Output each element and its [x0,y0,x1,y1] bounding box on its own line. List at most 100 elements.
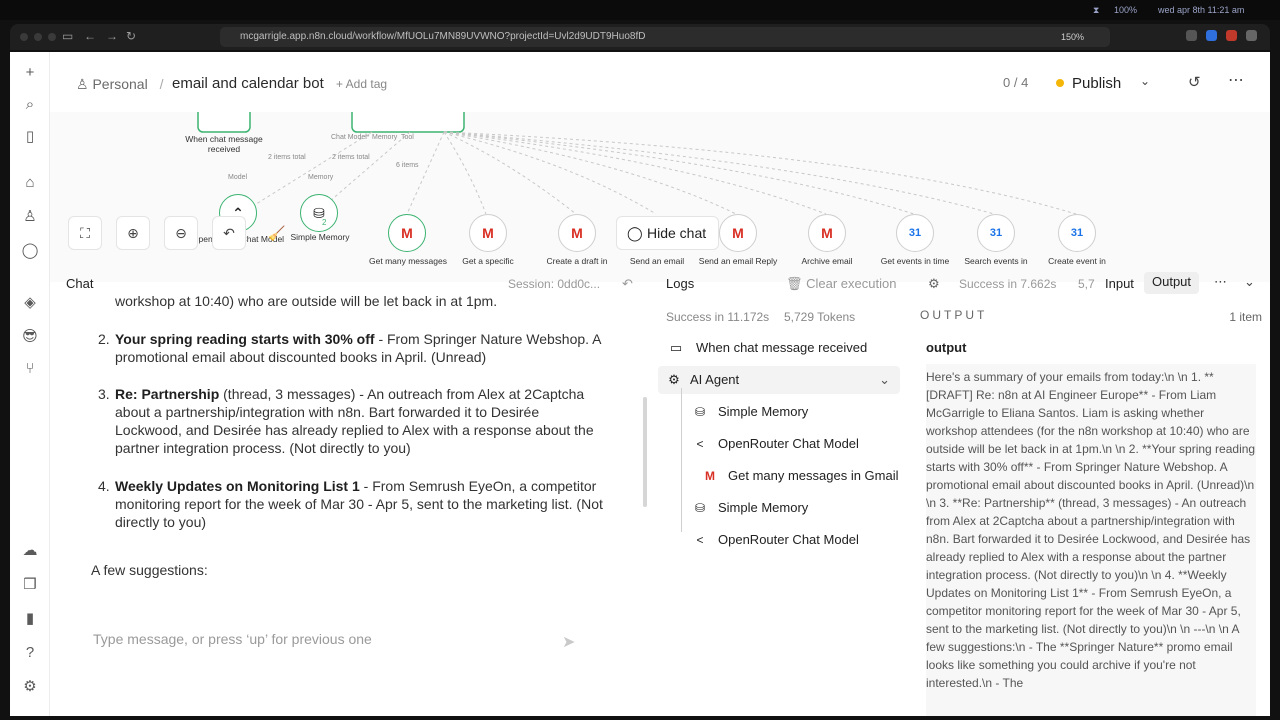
zoom-out-button[interactable]: ⊖ [164,216,198,250]
log-entry-agent[interactable]: ⚙ AI Agent ⌄ [658,366,900,394]
fullscreen-icon: ⛶ [80,224,90,241]
chat-input[interactable]: Type message, or press ‘up’ for previous… [93,631,563,647]
google-calendar-icon: 31 [989,227,1003,239]
chevron-down-icon[interactable]: ⌄ [879,366,890,394]
tool-node-create-draft[interactable]: M [558,214,596,252]
log-entry-child[interactable]: < OpenRouter Chat Model [690,430,910,458]
tool-node-label: Get a specific [462,256,514,266]
cloud-icon[interactable]: ☁ [21,542,39,560]
battery-level: 100% [1114,5,1138,15]
gmail-icon: M [482,225,494,241]
log-entry-child[interactable]: ⛁ Simple Memory [690,494,910,522]
add-icon[interactable]: + [21,64,39,82]
sidebar-toggle-icon[interactable]: ▭ [62,29,73,43]
workflow-header: ♙ Personal / email and calendar bot + Ad… [50,52,1270,112]
zoom-level[interactable]: 150% [1061,27,1084,47]
tool-node-archive-email[interactable]: M [808,214,846,252]
chat-bubble-icon: ▭ [669,340,683,355]
trash-icon: 🗑 [786,276,807,291]
add-tag-button[interactable]: + Add tag [336,77,387,91]
workflow-canvas[interactable]: Chat Model* Memory Tool 2 items total 2 … [50,112,1270,282]
tool-node-get-many-messages[interactable]: M [388,214,426,252]
zoom-out-icon: ⊖ [175,224,187,241]
publish-button[interactable]: Publish [1052,67,1172,99]
log-entry-child[interactable]: M Get many messages in Gmail [700,462,920,490]
chevron-down-icon[interactable]: ⌄ [1140,74,1150,88]
list-number: 3. [98,386,110,402]
tool-node-label: Archive email [801,256,853,266]
forward-icon[interactable]: → [106,29,118,43]
database-icon: ⛁ [694,405,706,419]
google-calendar-icon: 31 [908,227,922,239]
more-options-icon[interactable]: ⋯ [1228,70,1245,90]
memory-node[interactable]: ⛁ [300,194,338,232]
list-number: 4. [98,478,110,494]
openrouter-icon: < [696,437,704,451]
extension-icon[interactable] [1226,30,1237,41]
zoom-in-button[interactable]: ⊕ [116,216,150,250]
extension-icon[interactable] [1206,30,1217,41]
reload-icon[interactable]: ↻ [126,29,136,43]
tidy-up-button[interactable]: 🧹 [260,216,294,250]
port-label-tool: Tool [401,134,414,141]
output-value[interactable]: Here's a summary of your emails from tod… [926,364,1256,716]
chat-suggestions-heading: A few suggestions: [91,562,208,578]
menubar: ⧗ 100% wed apr 8th 11:21 am [0,0,1280,20]
list-item: 2. Your spring reading starts with 30% of… [98,330,605,366]
logs-panel: Success in 11.172s 5,729 Tokens ▭ When ch… [656,292,910,716]
output-tab[interactable]: Output [1144,272,1200,294]
chat-icon[interactable]: ◯ [21,242,39,260]
breadcrumb-personal[interactable]: Personal [92,76,147,92]
log-entry-label: Simple Memory [718,404,809,419]
search-icon[interactable]: ⌕ [21,96,39,114]
log-entry-trigger[interactable]: ▭ When chat message received [666,334,910,362]
search-node-icon[interactable]: ⌕ [1262,230,1270,260]
items-count-label: 6 items [396,162,419,169]
email-subject: Your spring reading starts with 30% off [115,331,375,347]
gmail-icon: M [571,225,583,241]
version-count: 0 / 4 [1003,75,1029,90]
hide-chat-button[interactable]: ◯ Hide chat [616,216,720,250]
user-icon[interactable]: ♙ [21,208,39,226]
url-text: mcgarrigle.app.n8n.cloud/workflow/MfUOLu… [240,31,646,42]
google-calendar-icon: 31 [1070,227,1084,239]
home-icon[interactable]: ⌂ [21,174,39,192]
tool-node-send-reply[interactable]: M [719,214,757,252]
hide-chat-label: Hide chat [647,225,707,241]
workflow-name[interactable]: email and calendar bot [172,75,324,92]
log-entry-label: When chat message received [696,340,868,355]
insights-icon[interactable]: ▮ [21,610,39,628]
templates-icon[interactable]: ❒ [21,576,39,594]
window-controls[interactable] [20,33,56,41]
send-icon[interactable]: ➤ [562,632,575,652]
emoji-project-icon[interactable]: 😎 [21,328,39,346]
log-entry-child[interactable]: ⛁ Simple Memory [690,398,910,426]
fit-view-button[interactable]: ⛶ [68,216,102,250]
panel-toggle-icon[interactable]: ▯ [21,128,39,146]
settings-icon[interactable]: ⚙ [21,678,39,696]
tool-node-search-events[interactable]: 31 [977,214,1015,252]
tool-node-get-events[interactable]: 31 [896,214,934,252]
git-branch-icon[interactable]: ⑂ [21,360,39,378]
chat-scrollbar[interactable] [643,397,647,507]
tool-node-label: Send an email Reply [698,256,778,266]
tool-node-create-event[interactable]: 31 [1058,214,1096,252]
history-icon[interactable]: ↺ [1188,73,1201,91]
back-icon[interactable]: ← [84,29,96,43]
breadcrumb[interactable]: ♙ Personal / [76,76,164,93]
menu-icon[interactable] [1246,30,1257,41]
layers-icon[interactable]: ◈ [21,294,39,312]
gmail-icon: M [821,225,833,241]
tool-node-get-specific[interactable]: M [469,214,507,252]
address-bar[interactable]: mcgarrigle.app.n8n.cloud/workflow/MfUOLu… [220,27,1110,47]
broom-icon: 🧹 [268,224,286,241]
add-node-icon[interactable]: + [1262,186,1270,216]
help-icon[interactable]: ? [21,644,39,662]
undo-button[interactable]: ↶ [212,216,246,250]
sticky-note-icon[interactable]: ▤ [1262,274,1270,282]
extension-icon[interactable] [1186,30,1197,41]
email-subject: Weekly Updates on Monitoring List 1 [115,478,360,494]
log-entry-child[interactable]: < OpenRouter Chat Model [690,526,910,554]
tree-connector [681,388,682,532]
chat-bubble-icon: ◯ [627,225,643,241]
